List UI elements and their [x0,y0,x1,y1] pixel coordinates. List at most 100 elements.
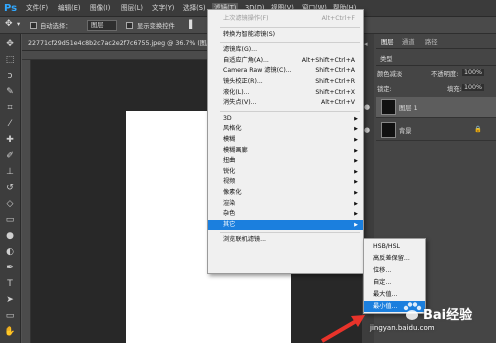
auto-select-label: 自动选择： [40,23,72,30]
menu-file[interactable]: 文件(F) [26,3,48,14]
blend-mode-dropdown[interactable]: 颜色减淡 [377,69,402,78]
path-select-icon[interactable]: ➤ [4,294,16,306]
auto-select-checkbox[interactable] [30,22,37,29]
submenu-item[interactable]: 自定... [364,277,425,288]
opacity-field[interactable]: 100% [462,69,485,76]
layer-kind-label: 类型 [380,56,393,63]
submenu-arrow-icon: ▶ [354,126,358,133]
eyedropper-tool-icon[interactable]: ⁄ [4,118,16,130]
photoshop-logo: Ps [4,3,18,14]
align-icon[interactable]: ▐ [186,20,192,29]
menu-item-label: 滤镜库(G)... [223,46,258,54]
submenu-item[interactable]: 高反差保留... [364,253,425,264]
menu-item-label: 渲染 [223,199,236,207]
menu-separator [220,110,360,112]
history-brush-icon[interactable]: ↺ [4,182,16,194]
quick-select-tool-icon[interactable]: ✎ [4,86,16,98]
filter-menu-item[interactable]: 液化(L)... Shift+Ctrl+X [208,88,363,98]
hand-tool-icon[interactable]: ✋ [4,326,16,338]
filter-menu: 上次滤镜操作(F) Alt+Ctrl+F 转换为智能滤镜(S) 滤镜库(G)... 自适… [207,9,364,274]
filter-menu-item[interactable]: 模糊画廊 ▶ [208,146,363,156]
submenu-item[interactable]: HSB/HSL [364,241,425,252]
stamp-tool-icon[interactable]: ⊥ [4,166,16,178]
submenu-item[interactable]: 位移... [364,265,425,276]
tab-paths[interactable]: 路径 [425,37,438,46]
opacity-label: 不透明度: [431,71,459,78]
menu-item-label: 模糊画廊 [223,146,248,154]
crop-tool-icon[interactable]: ⌗ [4,102,16,114]
baidu-watermark: Bai经验 jingyan.baidu.com [370,298,495,342]
menu-item-label: 扭曲 [223,157,236,165]
layer-name: 图层 1 [399,105,418,112]
filter-menu-item[interactable]: 消失点(V)... Alt+Ctrl+V [208,98,363,108]
filter-menu-item[interactable]: 杂色 ▶ [208,209,363,219]
filter-menu-item[interactable]: 模糊 ▶ [208,135,363,145]
show-transform-label: 显示变换控件 [137,23,175,30]
filter-menu-item[interactable]: 扭曲 ▶ [208,156,363,166]
filter-menu-item[interactable]: 镜头校正(R)... Shift+Ctrl+R [208,77,363,87]
panel-divider [376,48,496,49]
filter-menu-item[interactable]: 上次滤镜操作(F) Alt+Ctrl+F [208,14,363,24]
auto-select-dropdown[interactable]: 图层 [87,20,117,31]
filter-menu-item[interactable]: 视频 ▶ [208,177,363,187]
filter-menu-item[interactable]: 渲染 ▶ [208,199,363,209]
submenu-arrow-icon: ▶ [354,211,358,218]
layer-row[interactable]: ● 图层 1 [364,97,496,118]
chevron-down-icon[interactable]: ▾ [17,21,20,28]
filter-menu-item[interactable]: 锐化 ▶ [208,167,363,177]
dodge-tool-icon[interactable]: ◐ [4,246,16,258]
layer-row[interactable]: ● 背景 🔒 [364,120,496,141]
eye-icon[interactable]: ● [364,126,370,134]
eraser-tool-icon[interactable]: ◇ [4,198,16,210]
menu-item-shortcut: Alt+Ctrl+V [321,99,355,107]
panel-divider [376,65,496,66]
lasso-tool-icon[interactable]: ↄ [4,70,16,82]
submenu-arrow-icon: ▶ [354,147,358,154]
shape-tool-icon[interactable]: ▭ [4,310,16,322]
auto-select-value: 图层 [91,22,104,29]
lock-icon: 🔒 [474,126,482,133]
menu-item-label: 消失点(V)... [223,99,257,107]
filter-menu-item[interactable]: 转换为智能滤镜(S) [208,30,363,40]
document-title: 22771cf29d51e4c8b2c7ac2e2f7c6755.jpeg @ … [28,40,229,47]
filter-menu-item[interactable]: 3D ▶ [208,114,363,124]
menu-item-label: 浏览联机滤镜... [223,236,267,244]
fill-field[interactable]: 100% [462,84,485,91]
menu-edit[interactable]: 编辑(E) [58,3,81,14]
show-transform-checkbox[interactable] [126,22,133,29]
eye-icon[interactable]: ● [364,103,370,111]
menu-select[interactable]: 选择(S) [183,3,206,14]
filter-menu-item[interactable]: Camera Raw 滤镜(C)... Shift+Ctrl+A [208,66,363,76]
brush-tool-icon[interactable]: ✐ [4,150,16,162]
menu-item-label: Camera Raw 滤镜(C)... [223,67,292,75]
filter-menu-item[interactable]: 滤镜库(G)... [208,45,363,55]
red-arrow-annotation [320,315,365,343]
panel-collapse-icon[interactable]: ◂ [364,40,368,48]
type-tool-icon[interactable]: T [4,278,16,290]
filter-menu-item[interactable]: 自适应广角(A)... Alt+Shift+Ctrl+A [208,56,363,66]
menu-layer[interactable]: 图层(L) [121,3,143,14]
filter-menu-item[interactable]: 像素化 ▶ [208,188,363,198]
healing-brush-icon[interactable]: ✚ [4,134,16,146]
menu-item-label: 视频 [223,178,236,186]
submenu-arrow-icon: ▶ [354,115,358,122]
filter-menu-item[interactable]: 其它 ▶ [208,219,363,230]
menu-type[interactable]: 文字(Y) [152,3,174,14]
blur-tool-icon[interactable]: ● [4,230,16,242]
tab-channels[interactable]: 通道 [402,37,415,46]
move-tool-icon: ✥ [5,19,13,29]
submenu-arrow-icon: ▶ [354,137,358,143]
ruler-vertical [22,60,31,343]
marquee-tool-icon[interactable]: ⬚ [4,54,16,66]
filter-menu-item[interactable]: 浏览联机滤镜... [208,235,363,245]
filter-menu-item[interactable]: 风格化 ▶ [208,124,363,134]
watermark-brand: Bai经验 [423,308,473,323]
submenu-arrow-icon: ▶ [354,221,358,228]
watermark-url: jingyan.baidu.com [370,324,435,332]
pen-tool-icon[interactable]: ✒ [4,262,16,274]
move-tool-icon[interactable]: ✥ [4,38,16,50]
tab-layers[interactable]: 图层 [381,37,394,46]
submenu-arrow-icon: ▶ [354,190,358,196]
menu-image[interactable]: 图像(I) [90,3,110,14]
gradient-tool-icon[interactable]: ▭ [4,214,16,226]
